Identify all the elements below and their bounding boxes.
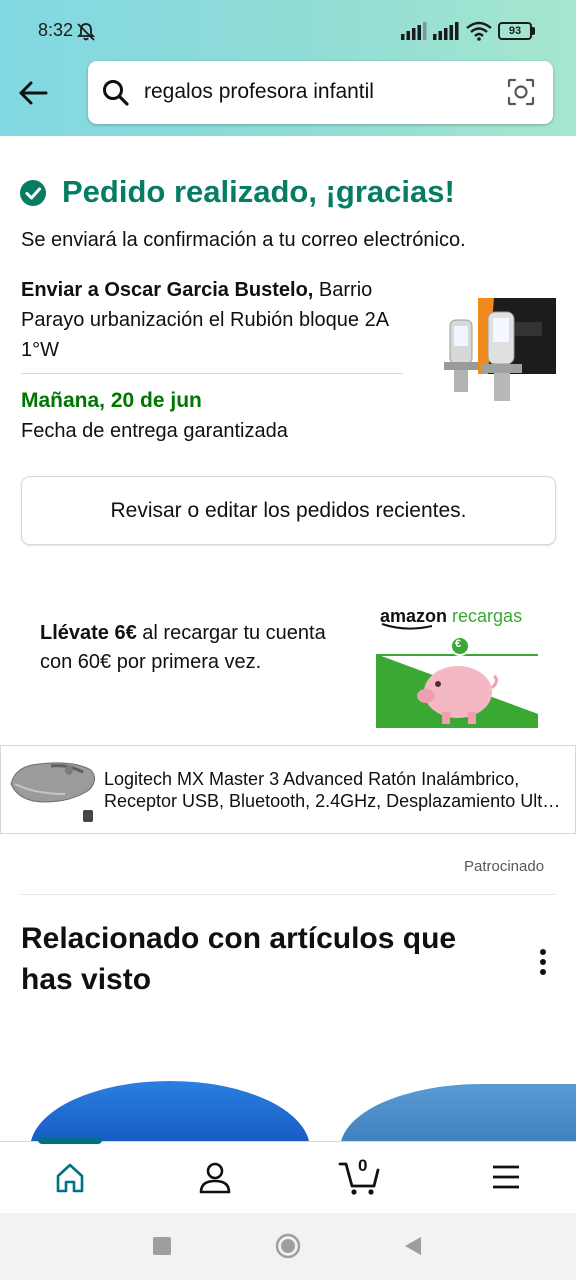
signal-icon — [433, 22, 459, 40]
ship-to-name: Enviar a Oscar Garcia Bustelo, — [21, 279, 314, 301]
more-options-icon[interactable] — [534, 946, 552, 980]
ad-title-line2: Receptor USB, Bluetooth, 2.4GHz, Desplaz… — [104, 791, 566, 811]
back-button-icon[interactable] — [403, 1235, 423, 1257]
wifi-icon — [466, 21, 492, 41]
status-time: 8:32 — [38, 20, 74, 40]
related-section-title: Relacionado con artículos que has visto — [21, 922, 457, 996]
search-input[interactable]: regalos profesora infantil — [88, 61, 553, 124]
confirmation-email-text: Se enviará la confirmación a tu correo e… — [21, 229, 466, 251]
active-tab-indicator — [38, 1138, 102, 1144]
menu-icon[interactable] — [492, 1164, 520, 1190]
delivery-guarantee: Fecha de entrega garantizada — [21, 420, 288, 442]
promo-text[interactable]: Llévate 6€ al recargar tu cuenta con 60€… — [40, 619, 340, 677]
product-image[interactable] — [432, 292, 558, 414]
recents-button[interactable] — [153, 1237, 171, 1255]
system-navigation-bar — [0, 1213, 576, 1280]
ad-title: Logitech MX Master 3 Advanced Ratón Inal… — [104, 768, 566, 812]
back-arrow-icon[interactable] — [16, 76, 50, 110]
divider — [21, 894, 556, 895]
sponsored-label[interactable]: Patrocinado — [464, 858, 544, 875]
mouse-product-image — [10, 762, 95, 822]
shipping-address: Enviar a Oscar Garcia Bustelo, Barrio Pa… — [21, 275, 411, 365]
amazon-recargas-banner[interactable]: amazon recargas € — [376, 604, 538, 730]
carousel-product-2[interactable] — [340, 1084, 576, 1149]
divider — [21, 373, 403, 374]
camera-search-icon[interactable] — [506, 77, 536, 107]
battery-tip — [532, 27, 535, 35]
home-button-icon[interactable] — [275, 1233, 301, 1259]
coin-symbol: € — [455, 638, 462, 650]
review-orders-button[interactable]: Revisar o editar los pedidos recientes. — [21, 476, 556, 545]
delivery-date: Mañana, 20 de jun — [21, 389, 202, 412]
ad-title-line1: Logitech MX Master 3 Advanced Ratón Inal… — [104, 769, 520, 789]
cart-button[interactable]: 0 — [338, 1156, 382, 1196]
search-icon — [103, 80, 129, 106]
bottom-navigation: 0 — [0, 1138, 576, 1213]
piggy-bank-icon — [376, 623, 538, 728]
bell-muted-icon — [76, 23, 96, 41]
promo-highlight: Llévate 6€ — [40, 622, 137, 644]
battery-indicator: 93 — [498, 22, 536, 40]
account-icon[interactable] — [198, 1162, 232, 1194]
sponsored-ad[interactable]: Logitech MX Master 3 Advanced Ratón Inal… — [0, 745, 576, 834]
search-query: regalos profesora infantil — [144, 80, 374, 103]
cart-count: 0 — [358, 1156, 368, 1175]
order-confirmation-title: Pedido realizado, ¡gracias! — [62, 174, 455, 209]
status-bar: 8:32 93 — [0, 0, 576, 62]
home-icon[interactable] — [54, 1162, 86, 1194]
app-header: 8:32 93 regalos profesora infantil — [0, 0, 576, 136]
battery-level: 93 — [498, 22, 532, 40]
check-circle-icon — [20, 180, 46, 206]
signal-icon — [401, 22, 427, 40]
